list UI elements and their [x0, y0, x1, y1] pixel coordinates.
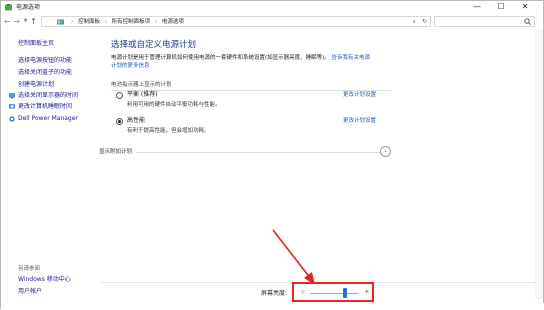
address-dropdown-icon[interactable]: ∨	[412, 17, 416, 27]
left-navigation: 控制面板主页 选择电源按钮的功能 选择关闭盖子的功能 创建电源计划 选择关闭显示…	[1, 30, 99, 310]
brightness-high-icon: ☀	[363, 288, 370, 296]
address-bar[interactable]: › 控制面板 › 所有控制面板项 › 电源选项 ∨ ↻	[41, 16, 431, 27]
change-plan-settings-link[interactable]: 更改计划设置	[343, 91, 376, 99]
plan-name: 平衡 (推荐)	[127, 91, 158, 98]
plan-radio-high-performance[interactable]	[116, 118, 123, 125]
breadcrumb: › 控制面板 › 所有控制面板项 › 电源选项	[68, 18, 184, 26]
description-text: 电源计划是用于管理计算机如何使用电源的一套硬件和系统设置(如显示器亮度、睡眠等)…	[111, 55, 330, 61]
refresh-icon[interactable]: ↻	[422, 17, 427, 27]
breadcrumb-control-panel[interactable]: 控制面板	[78, 19, 100, 25]
brightness-slider-track[interactable]	[310, 293, 358, 294]
window-title: 电源选项	[16, 4, 41, 11]
additional-plans-divider	[136, 152, 381, 153]
minimize-button[interactable]: —	[467, 1, 487, 14]
brightness-highlight-box: ☼ ☀	[292, 282, 374, 302]
bottom-bar: 屏幕亮度: ☼ ☀	[101, 282, 535, 305]
sidebar-item-dell-power-manager[interactable]: Dell Power Manager	[18, 115, 78, 123]
brightness-low-icon: ☼	[300, 289, 306, 296]
page-description: 电源计划是用于管理计算机如何使用电源的一套硬件和系统设置(如显示器亮度、睡眠等)…	[111, 55, 371, 70]
page-title: 选择或自定义电源计划	[111, 40, 197, 50]
dell-icon	[9, 116, 15, 122]
close-button[interactable]: ✕	[515, 1, 535, 14]
title-bar: 电源选项 — ☐ ✕	[1, 1, 543, 14]
control-panel-home-link[interactable]: 控制面板主页	[18, 40, 54, 48]
back-button[interactable]: ←	[3, 15, 12, 28]
plan-description: 有利于提高性能，但会增加功耗。	[127, 128, 210, 134]
show-additional-plans[interactable]: 显示附加计划 ⌄	[99, 146, 391, 157]
section-label: 电池指示器上显示的计划	[111, 82, 172, 88]
monitor-icon	[9, 93, 15, 99]
power-options-icon	[5, 4, 12, 11]
plan-name: 高性能	[127, 117, 146, 124]
change-plan-settings-link[interactable]: 更改计划设置	[343, 117, 376, 125]
plan-radio-balanced[interactable]	[116, 92, 123, 99]
up-button[interactable]: ↑	[29, 15, 38, 28]
sidebar-item-lid-close[interactable]: 选择关闭盖子的功能	[18, 69, 72, 77]
additional-plans-label: 显示附加计划	[99, 149, 133, 155]
plan-description: 利用可用的硬件自动平衡功耗与性能。	[127, 102, 221, 108]
control-panel-icon	[57, 19, 64, 25]
breadcrumb-separator: ›	[154, 19, 158, 25]
scrollbar-track[interactable]	[535, 29, 543, 299]
chevron-down-icon[interactable]: ⌄	[380, 146, 391, 157]
see-also-user-accounts[interactable]: 用户帐户	[18, 288, 42, 296]
breadcrumb-separator: ›	[104, 19, 107, 25]
search-input[interactable]	[434, 16, 535, 27]
breadcrumb-separator: ›	[71, 19, 74, 25]
maximize-button[interactable]: ☐	[491, 1, 511, 14]
forward-button[interactable]: →	[12, 15, 21, 28]
address-row: ← → ▼ ↑ › 控制面板 › 所有控制面板项 › 电源选项 ∨ ↻	[1, 15, 543, 29]
see-also-heading: 另请参阅	[18, 266, 41, 272]
search-icon	[524, 18, 531, 25]
moon-icon	[9, 104, 15, 109]
see-also-mobility-center[interactable]: Windows 移动中心	[18, 276, 71, 284]
sidebar-item-power-button[interactable]: 选择电源按钮的功能	[18, 57, 72, 65]
power-options-window: 电源选项 — ☐ ✕ ← → ▼ ↑ › 控制面板 › 所有控制面板项 › 电源…	[0, 0, 544, 310]
brightness-slider-thumb[interactable]	[342, 288, 347, 298]
brightness-label: 屏幕亮度:	[261, 290, 288, 297]
breadcrumb-all-items[interactable]: 所有控制面板项	[112, 19, 151, 25]
sidebar-item-create-plan[interactable]: 创建电源计划	[18, 81, 54, 89]
sidebar-item-sleep-time[interactable]: 更改计算机睡眠时间	[18, 103, 72, 111]
sidebar-item-display-off[interactable]: 选择关闭显示器的时间	[18, 92, 78, 100]
breadcrumb-power-options[interactable]: 电源选项	[162, 19, 184, 25]
annotation-arrow	[272, 229, 315, 285]
